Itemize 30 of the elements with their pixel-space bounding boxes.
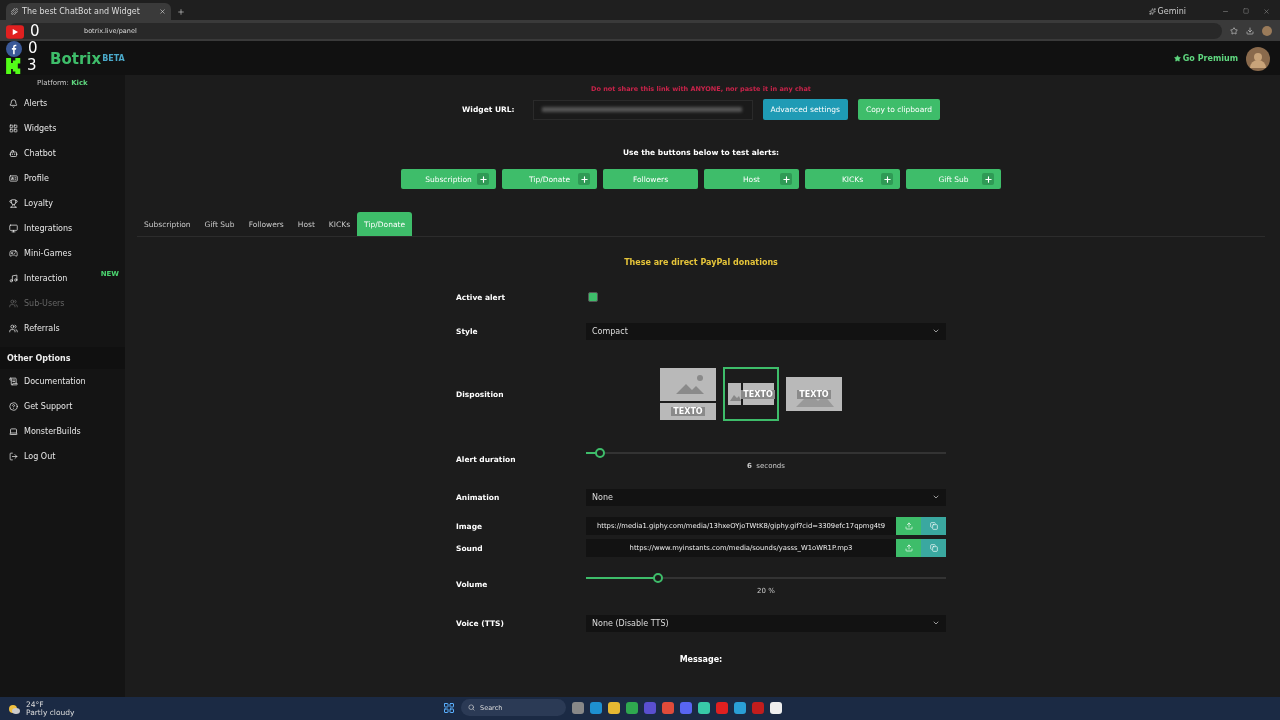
notice-text: These are direct PayPal donations [624, 258, 778, 267]
gemini-button[interactable]: Gemini [1148, 7, 1186, 16]
sidebar-item[interactable]: MonsterBuilds [0, 419, 125, 444]
thumbnail-text: TEXTO [741, 389, 775, 399]
sidebar-item[interactable]: Integrations [0, 216, 125, 241]
browser-tab[interactable]: The best ChatBot and Widget [6, 3, 171, 20]
go-premium-link[interactable]: Go Premium [1173, 54, 1238, 63]
follower-count: 0 [28, 41, 38, 56]
beta-label: BETA [102, 53, 125, 63]
sidebar-item[interactable]: Loyalty [0, 191, 125, 216]
tab-title: The best ChatBot and Widget [22, 7, 140, 16]
sidebar-item[interactable]: Profile [0, 166, 125, 191]
thumbnail-text: TEXTO [797, 389, 831, 399]
sidebar-item[interactable]: Referrals [0, 316, 125, 341]
logo[interactable]: Botrix [50, 49, 102, 68]
sidebar-item[interactable]: Documentation [0, 369, 125, 394]
section-title: Other Options [0, 347, 125, 369]
sidebar-item[interactable]: Alerts [0, 91, 125, 116]
sidebar-item[interactable]: Get Support [0, 394, 125, 419]
sidebar-item[interactable]: Log Out [0, 444, 125, 469]
sidebar-item[interactable]: Chatbot [0, 141, 125, 166]
follower-count: 3 [27, 58, 37, 73]
style-select[interactable]: Compact [586, 322, 946, 340]
sidebar-item[interactable]: Widgets [0, 116, 125, 141]
voice-select[interactable]: None (Disable TTS) [586, 614, 946, 632]
sidebar-item[interactable]: Mini-Games [0, 241, 125, 266]
follower-count: 0 [30, 24, 40, 39]
thumbnail-text: TEXTO [671, 407, 705, 416]
animation-select[interactable]: None [586, 488, 946, 506]
message-title: Message: [679, 655, 723, 664]
